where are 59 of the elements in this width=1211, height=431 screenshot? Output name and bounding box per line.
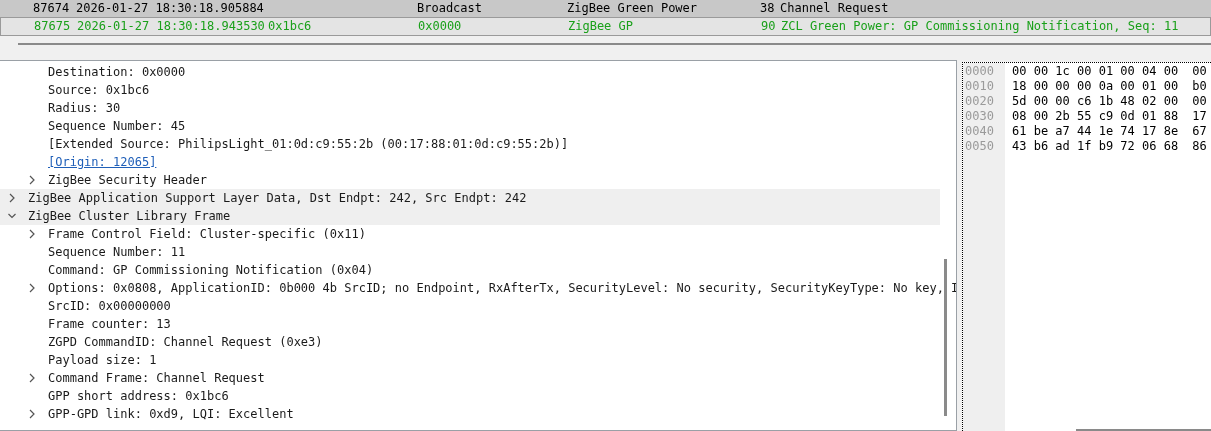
hex-bytes: 08 00 2b 55 c9 0d 01 88 bbox=[1012, 109, 1179, 123]
chevron-right-icon[interactable] bbox=[28, 283, 36, 293]
tree-item[interactable]: GPP-GPD link: 0xd9, LQI: Excellent bbox=[48, 405, 294, 423]
scrollbar[interactable] bbox=[18, 43, 1211, 45]
tree-item[interactable]: Command: GP Commissioning Notification (0x04) bbox=[48, 261, 374, 279]
chevron-right-icon[interactable] bbox=[28, 229, 36, 239]
tree-item[interactable]: Sequence Number: 11 bbox=[48, 243, 186, 261]
hex-offset: 0030 bbox=[964, 109, 994, 123]
hex-bytes: 43 b6 ad 1f b9 72 06 68 bbox=[1012, 139, 1179, 153]
tree-item[interactable]: Frame counter: 13 bbox=[48, 315, 171, 333]
tree-item[interactable]: ZGPD CommandID: Channel Request (0xe3) bbox=[48, 333, 323, 351]
packet-destination: 0x0000 bbox=[418, 18, 463, 35]
hex-bytes: 86 bbox=[1192, 139, 1207, 153]
hex-offset: 0000 bbox=[964, 64, 994, 78]
tree-item[interactable]: Command Frame: Channel Request bbox=[48, 369, 265, 387]
packet-source: 0x1bc6 bbox=[268, 18, 313, 35]
chevron-right-icon[interactable] bbox=[28, 409, 36, 419]
tree-item[interactable]: Source: 0x1bc6 bbox=[48, 81, 150, 99]
hex-bytes: 18 00 00 00 0a 00 01 00 bbox=[1012, 79, 1179, 93]
hex-offset: 0020 bbox=[964, 94, 994, 108]
tree-item[interactable]: Destination: 0x0000 bbox=[48, 63, 186, 81]
packet-protocol: ZigBee Green Power bbox=[567, 0, 699, 17]
hex-offset: 0040 bbox=[964, 124, 994, 138]
tree-item[interactable]: [Extended Source: PhilipsLight_01:0d:c9:55:2b (00:17:88:01:0d:c9:55:2b)] bbox=[48, 135, 569, 153]
tree-item[interactable]: Sequence Number: 45 bbox=[48, 117, 186, 135]
tree-item[interactable]: ZigBee Security Header bbox=[48, 171, 207, 189]
chevron-right-icon[interactable] bbox=[28, 373, 36, 383]
packet-length: 38 bbox=[760, 0, 776, 17]
chevron-right-icon[interactable] bbox=[8, 193, 16, 203]
packet-time: 2026-01-27 18:30:18.905884 bbox=[76, 0, 265, 17]
tree-item[interactable]: Payload size: 1 bbox=[48, 351, 157, 369]
hex-bytes: 5d 00 00 c6 1b 48 02 00 bbox=[1012, 94, 1179, 108]
packet-no: 87675 bbox=[33, 18, 72, 35]
chevron-right-icon[interactable] bbox=[28, 175, 36, 185]
hex-offset: 0010 bbox=[964, 79, 994, 93]
origin-link[interactable]: [Origin: 12065] bbox=[48, 153, 157, 171]
tree-item[interactable]: GPP short address: 0x1bc6 bbox=[48, 387, 229, 405]
hex-bytes: 17 bbox=[1192, 109, 1207, 123]
packet-info: Channel Request bbox=[780, 0, 889, 17]
scrollbar[interactable] bbox=[1076, 429, 1211, 431]
packet-no: 87674 bbox=[32, 0, 71, 17]
hex-bytes: 00 00 1c 00 01 00 04 00 bbox=[1012, 64, 1179, 78]
tree-item[interactable]: Radius: 30 bbox=[48, 99, 121, 117]
packet-length: 90 bbox=[761, 18, 777, 35]
hex-bytes: 67 bbox=[1192, 124, 1207, 138]
packet-row[interactable]: 87674 2026-01-27 18:30:18.905884 Broadcast ZigBee Green Power 38 Channel Request bbox=[0, 0, 1211, 17]
hex-bytes: 00 bbox=[1192, 94, 1207, 108]
packet-time: 2026-01-27 18:30:18.943530 bbox=[77, 18, 266, 35]
hex-bytes: 00 bbox=[1192, 64, 1207, 78]
chevron-down-icon[interactable] bbox=[8, 211, 16, 221]
hex-offset: 0050 bbox=[964, 139, 994, 153]
hex-bytes: b0 bbox=[1192, 79, 1207, 93]
tree-item[interactable]: SrcID: 0x00000000 bbox=[48, 297, 171, 315]
scrollbar[interactable] bbox=[944, 259, 947, 416]
packet-destination: Broadcast bbox=[417, 0, 484, 17]
packet-info: ZCL Green Power: GP Commissioning Notification, Seq: 11 bbox=[781, 18, 1179, 35]
packet-protocol: ZigBee GP bbox=[568, 18, 635, 35]
tree-item[interactable]: Frame Control Field: Cluster-specific (0x11) bbox=[48, 225, 366, 243]
hex-bytes: 61 be a7 44 1e 74 17 8e bbox=[1012, 124, 1179, 138]
